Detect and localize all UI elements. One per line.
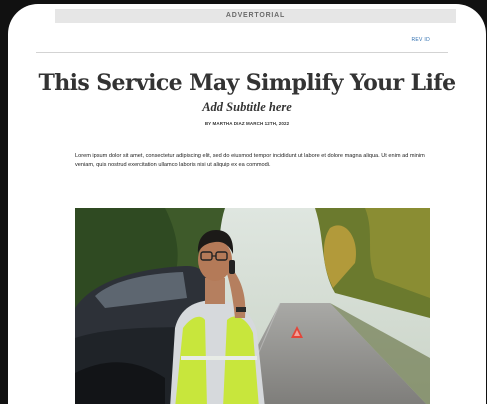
article-body: Lorem ipsum dolor sit amet, consectetur … [75,153,425,168]
roadside-photo-illustration [75,208,430,404]
article-subtitle: Add Subtitle here [202,100,292,114]
advertorial-banner: ADVERTORIAL [55,9,456,23]
article-title: This Service May Simplify Your Life [38,70,456,96]
header-divider [36,52,448,53]
hero-image [75,208,430,404]
article-byline: BY MARTHA DIAZ MARCH 12TH, 2022 [204,121,290,126]
header-link[interactable]: REV ID [412,37,430,43]
tablet-frame: ADVERTORIAL REV ID This Service May Simp… [8,4,486,404]
